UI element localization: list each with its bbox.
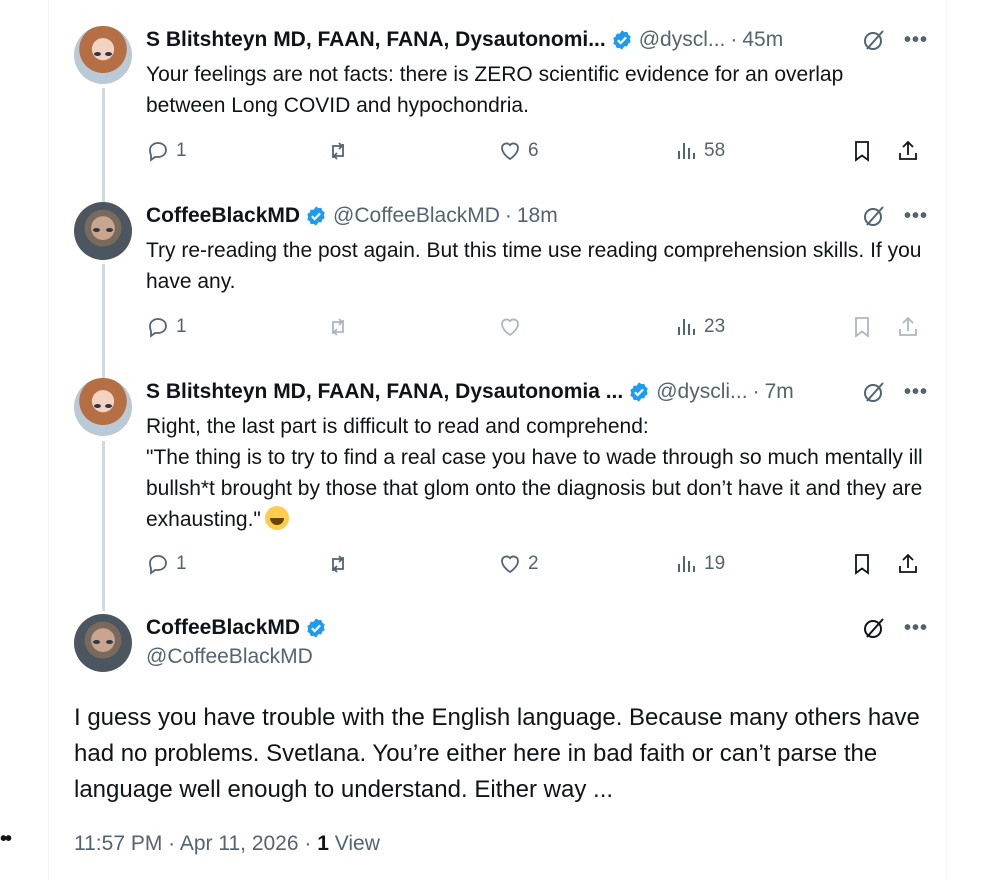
author-name[interactable]: CoffeeBlackMD xyxy=(146,616,300,640)
tweet-text: Your feelings are not facts: there is ZE… xyxy=(146,63,844,117)
bookmark-icon xyxy=(855,141,869,162)
share-button[interactable] xyxy=(896,551,920,577)
author-handle[interactable]: @CoffeeBlackMD xyxy=(146,645,313,669)
bookmark-button[interactable] xyxy=(850,314,874,340)
action-bar: 1 2 19 xyxy=(74,551,926,577)
avatar[interactable] xyxy=(74,202,132,260)
author-name[interactable]: CoffeeBlackMD xyxy=(146,204,300,228)
share-button[interactable] xyxy=(896,314,920,340)
bookmark-icon xyxy=(855,317,869,338)
reply-button[interactable]: 1 xyxy=(146,138,187,164)
like-icon xyxy=(501,318,519,337)
grok-icon[interactable] xyxy=(862,204,886,228)
main-header-actions: ••• xyxy=(862,614,927,642)
separator-dot: · xyxy=(730,28,738,51)
timestamp[interactable]: 45m xyxy=(742,28,783,52)
share-icon xyxy=(899,140,917,160)
like-button[interactable] xyxy=(498,314,522,340)
grok-icon[interactable] xyxy=(862,28,886,52)
avatar[interactable] xyxy=(74,614,132,672)
verified-badge-icon xyxy=(307,206,325,226)
main-post: CoffeeBlackMD @CoffeeBlackMD ••• I guess… xyxy=(74,614,927,874)
more-icon[interactable]: ••• xyxy=(904,382,927,402)
like-icon xyxy=(501,142,519,161)
thread-line xyxy=(102,441,105,611)
more-icon[interactable]: ••• xyxy=(904,206,927,226)
laughing-emoji xyxy=(264,506,289,530)
column-border-right xyxy=(946,0,947,880)
reply-icon xyxy=(149,318,167,338)
share-icon xyxy=(899,553,917,573)
tweet-header: S Blitshteyn MD, FAAN, FANA, Dysautonomi… xyxy=(146,378,927,406)
action-bar: 1 23 xyxy=(74,314,926,340)
like-button[interactable]: 2 xyxy=(498,551,539,577)
author-handle[interactable]: @dyscli... xyxy=(656,380,747,404)
views-icon xyxy=(678,556,695,572)
tweet-header: S Blitshteyn MD, FAAN, FANA, Dysautonomi… xyxy=(146,26,927,54)
author-handle[interactable]: @CoffeeBlackMD xyxy=(333,204,500,228)
author-name[interactable]: S Blitshteyn MD, FAAN, FANA, Dysautonomi… xyxy=(146,380,623,404)
post-meta: 11:57 PM · Apr 11, 2026 · 1 View xyxy=(74,832,380,856)
reply-button[interactable]: 1 xyxy=(146,314,187,340)
timestamp[interactable]: 7m xyxy=(765,380,794,404)
view-count: 1 xyxy=(317,832,329,855)
separator-dot: · xyxy=(752,380,760,403)
author-handle[interactable]: @dyscl... xyxy=(639,28,726,52)
repost-button[interactable] xyxy=(326,314,350,340)
verified-badge-icon xyxy=(307,618,325,638)
post-timestamp[interactable]: 11:57 PM · Apr 11, 2026 · xyxy=(74,832,317,855)
repost-icon xyxy=(332,318,344,336)
view-count: 23 xyxy=(704,316,726,337)
action-bar: 1 6 58 xyxy=(74,138,926,164)
tweet-text-line: Right, the last part is difficult to rea… xyxy=(146,415,649,438)
more-icon[interactable]: ••• xyxy=(904,618,927,638)
views-icon xyxy=(678,143,695,159)
tweet-header: CoffeeBlackMD @CoffeeBlackMD · 18m ••• xyxy=(146,202,927,230)
views-icon xyxy=(678,319,695,335)
like-count: 2 xyxy=(528,553,539,574)
reply-count: 1 xyxy=(176,140,187,161)
share-button[interactable] xyxy=(896,138,920,164)
avatar[interactable] xyxy=(74,378,132,436)
repost-button[interactable] xyxy=(326,551,350,577)
main-author-row: CoffeeBlackMD xyxy=(146,614,333,642)
grok-icon[interactable] xyxy=(862,380,886,404)
views-button[interactable]: 19 xyxy=(674,551,725,577)
repost-button[interactable] xyxy=(326,138,350,164)
tweet-text-line: "The thing is to try to find a real case… xyxy=(146,446,923,531)
verified-badge-icon xyxy=(612,30,631,50)
repost-icon xyxy=(332,142,344,160)
bookmark-button[interactable] xyxy=(850,138,874,164)
view-label: View xyxy=(334,832,380,855)
verified-badge-icon xyxy=(630,382,648,402)
view-count: 58 xyxy=(704,140,726,161)
bookmark-icon xyxy=(855,554,869,575)
reply-count: 1 xyxy=(176,553,187,574)
timestamp[interactable]: 18m xyxy=(517,204,558,228)
separator-dot: · xyxy=(504,204,512,227)
tweet-text: Try re-reading the post again. But this … xyxy=(146,239,922,293)
like-count: 6 xyxy=(528,140,539,161)
share-icon xyxy=(899,316,917,336)
views-button[interactable]: 23 xyxy=(674,314,725,340)
view-count: 19 xyxy=(704,553,726,574)
reply-count: 1 xyxy=(176,316,187,337)
reply-icon xyxy=(149,142,167,162)
like-icon xyxy=(501,555,519,574)
more-icon[interactable]: ••• xyxy=(904,30,927,50)
avatar[interactable] xyxy=(74,26,132,84)
author-name[interactable]: S Blitshteyn MD, FAAN, FANA, Dysautonomi… xyxy=(146,28,606,52)
left-more-dots[interactable]: •• xyxy=(0,828,12,851)
grok-icon[interactable] xyxy=(862,616,886,640)
main-post-text: I guess you have trouble with the Englis… xyxy=(74,704,920,803)
bookmark-button[interactable] xyxy=(850,551,874,577)
views-button[interactable]: 58 xyxy=(674,138,725,164)
reply-icon xyxy=(149,555,167,575)
column-border-left xyxy=(48,0,49,880)
like-button[interactable]: 6 xyxy=(498,138,539,164)
tweet-text: Right, the last part is difficult to rea… xyxy=(146,411,926,535)
reply-button[interactable]: 1 xyxy=(146,551,187,577)
repost-icon xyxy=(332,555,344,573)
